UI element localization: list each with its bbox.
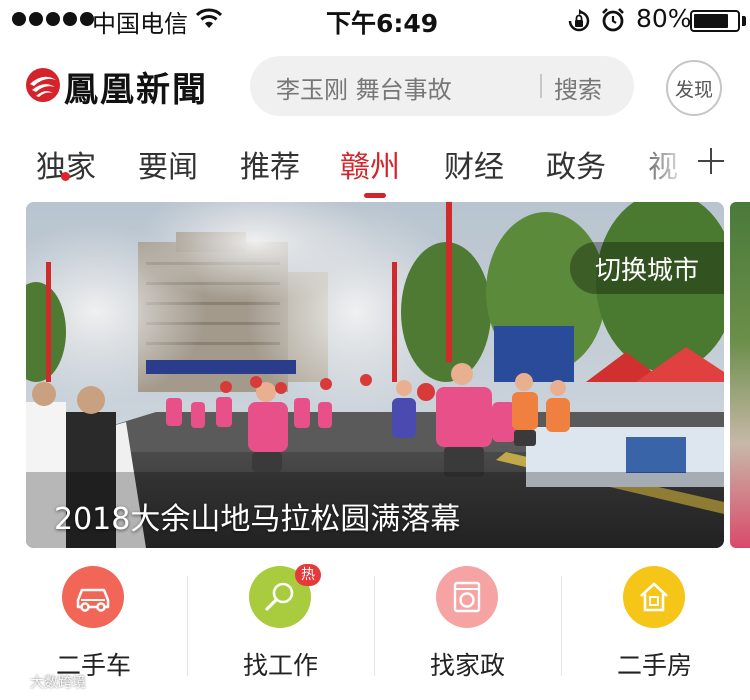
- service-grid: 二手车 热 找工作 找家政 二手房: [0, 562, 750, 700]
- search-bar[interactable]: 李玉刚 舞台事故 搜索: [250, 56, 634, 116]
- active-tab-indicator: [364, 193, 386, 198]
- alarm-icon: [600, 7, 626, 39]
- service-used-homes[interactable]: 二手房: [561, 562, 748, 700]
- search-divider: [540, 74, 542, 98]
- hot-badge: 热: [295, 564, 321, 586]
- app-header: 鳳凰新聞 李玉刚 舞台事故 搜索 发现: [0, 50, 750, 120]
- banner-caption: 2018大余山地马拉松圆满落幕: [54, 502, 461, 537]
- watermark: 大数跨境: [10, 672, 86, 692]
- battery-nub: [742, 16, 746, 26]
- tab-headlines[interactable]: 要闻: [138, 142, 198, 186]
- news-banner[interactable]: 切换城市 2018大余山地马拉松圆满落幕: [26, 202, 724, 548]
- battery-fill: [694, 14, 728, 28]
- tab-government[interactable]: 政务: [546, 142, 606, 186]
- tab-ganzhou[interactable]: 赣州: [340, 142, 400, 186]
- battery-icon: [690, 10, 740, 32]
- service-label: 找家政: [429, 651, 505, 680]
- switch-city-button[interactable]: 切换城市: [570, 242, 724, 294]
- search-input[interactable]: 李玉刚 舞台事故: [276, 70, 452, 105]
- app-logo-text: 鳳凰新聞: [64, 70, 208, 110]
- discover-button[interactable]: 发现: [666, 60, 722, 116]
- carrier-name: 中国电信: [92, 10, 188, 38]
- tab-recommended[interactable]: 推荐: [240, 142, 300, 186]
- battery-percent: 80%: [636, 4, 692, 33]
- service-find-job[interactable]: 热 找工作: [187, 562, 374, 700]
- wifi-icon: [195, 6, 223, 36]
- watermark-text: 大数跨境: [30, 675, 86, 691]
- status-time: 下午6:49: [326, 9, 439, 38]
- signal-dots-icon: [12, 12, 94, 26]
- washing-machine-icon: [436, 566, 498, 628]
- add-channel-icon[interactable]: [690, 140, 734, 184]
- phoenix-logo-icon: [24, 66, 62, 108]
- search-button[interactable]: 搜索: [554, 70, 602, 105]
- service-label: 二手房: [616, 651, 692, 680]
- car-icon: [62, 566, 124, 628]
- service-housekeeping[interactable]: 找家政: [374, 562, 561, 700]
- tab-new-dot: [61, 172, 70, 181]
- orientation-lock-icon: [566, 8, 592, 40]
- tab-finance[interactable]: 财经: [444, 142, 504, 186]
- tab-fade: [630, 140, 690, 190]
- service-label: 找工作: [242, 651, 318, 680]
- house-icon: [623, 566, 685, 628]
- next-banner-peek[interactable]: [730, 202, 750, 548]
- status-bar: 中国电信 下午6:49 80%: [0, 0, 750, 42]
- watermark-logo-icon: [10, 674, 26, 690]
